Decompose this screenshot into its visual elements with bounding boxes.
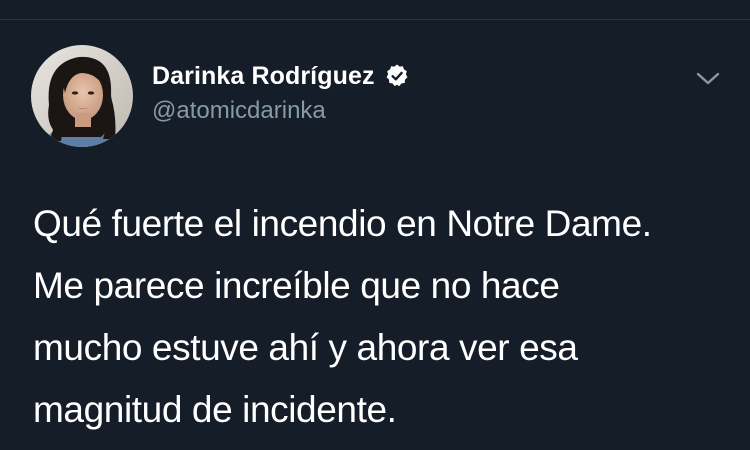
verified-badge-icon [384, 63, 410, 89]
author-handle[interactable]: @atomicdarinka [152, 97, 326, 125]
tweet-detail-screen: Darinka Rodríguez @atomicdarinka Qué fue… [0, 0, 750, 450]
tweet-text-line: Me parece increíble que no hace [33, 265, 560, 306]
tweet-text-line: Qué fuerte el incendio en Notre Dame. [33, 203, 652, 244]
tweet-text-line: mucho estuve ahí y ahora ver esa [33, 327, 578, 368]
author-name-row[interactable]: Darinka Rodríguez [152, 60, 410, 92]
tweet-text: Qué fuerte el incendio en Notre Dame. Me… [33, 193, 733, 441]
author-display-name[interactable]: Darinka Rodríguez [152, 62, 375, 91]
tweet-text-line: magnitud de incidente. [33, 389, 397, 430]
avatar[interactable] [31, 45, 133, 147]
chevron-down-icon[interactable] [694, 68, 722, 90]
top-divider [0, 19, 750, 20]
